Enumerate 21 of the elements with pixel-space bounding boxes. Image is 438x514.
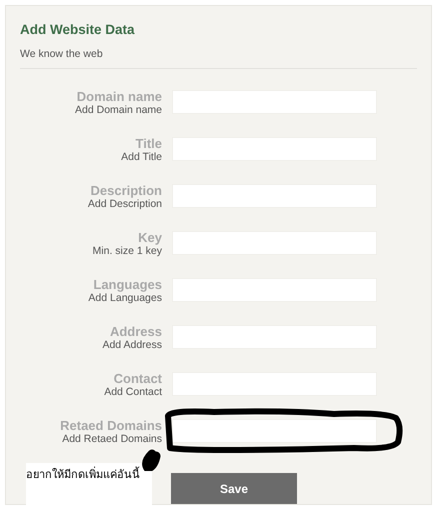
- save-button[interactable]: Save: [171, 473, 297, 504]
- input-field[interactable]: [172, 419, 377, 443]
- note-text: อยากให้มีกดเพิ่มแค่อันนี้: [26, 463, 152, 506]
- form-subtitle: We know the web: [20, 48, 104, 60]
- form-title: Add Website Data: [20, 22, 136, 37]
- field-label: Key: [138, 231, 162, 245]
- field-label: Title: [136, 137, 162, 151]
- field-hint: Min. size 1 key: [92, 245, 162, 257]
- field-hint: Add Title: [121, 151, 162, 163]
- field-hint: Add Address: [102, 339, 162, 351]
- field-label: Retaed Domains: [60, 419, 162, 433]
- field-label: Description: [90, 184, 162, 198]
- field-hint: Add Retaed Domains: [62, 433, 162, 445]
- field-hint: Add Contact: [104, 386, 162, 398]
- field-label: Contact: [114, 372, 162, 386]
- field-hint: Add Description: [88, 198, 162, 210]
- field-label: Domain name: [76, 90, 162, 104]
- field-label: Address: [110, 325, 162, 339]
- field-hint: Add Domain name: [75, 104, 162, 116]
- field-label: Languages: [93, 278, 162, 292]
- field-hint: Add Languages: [88, 292, 162, 304]
